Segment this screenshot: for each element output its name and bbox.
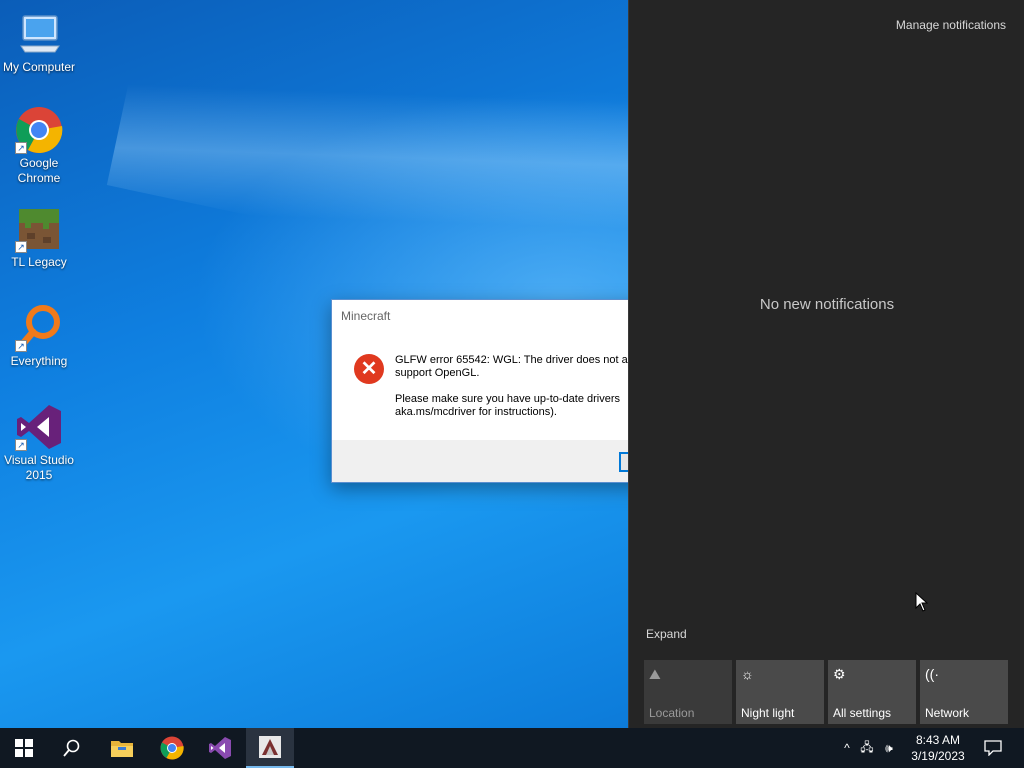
no-notifications-text: No new notifications [759, 296, 895, 313]
desktop-icon-label: Everything [10, 354, 68, 368]
visual-studio-taskbar-button[interactable] [196, 728, 244, 768]
sun-icon: ☼ [741, 666, 754, 682]
quick-action-label: Network [925, 706, 970, 720]
dialog-footer [332, 440, 660, 482]
launcher-icon [259, 736, 281, 758]
location-icon: ⛰ [649, 666, 661, 682]
quick-action-label: Night light [741, 706, 795, 720]
chrome-icon [160, 736, 184, 760]
minecraft-error-dialog: Minecraft ✕ GLFW error 65542: WGL: The d… [331, 299, 661, 483]
desktop-icon-tl-legacy[interactable]: ↗ TL Legacy [0, 205, 78, 270]
file-explorer-button[interactable] [98, 728, 146, 768]
shortcut-arrow-icon: ↗ [15, 142, 27, 154]
desktop-icon-my-computer[interactable]: My Computer [0, 10, 78, 75]
quick-action-tiles: ⛰ Location ☼ Night light ⚙ All settings … [644, 660, 1008, 724]
error-icon: ✕ [354, 354, 384, 384]
shortcut-arrow-icon: ↗ [15, 439, 27, 451]
quick-action-network[interactable]: ((· Network [920, 660, 1008, 724]
magnifier-icon: ↗ [15, 304, 63, 352]
start-button[interactable] [0, 728, 48, 768]
quick-action-label: All settings [833, 706, 892, 720]
shortcut-arrow-icon: ↗ [15, 241, 27, 253]
desktop-icon-everything[interactable]: ↗ Everything [0, 304, 78, 369]
search-icon [63, 739, 80, 757]
desktop-icon-visual-studio-2015[interactable]: ↗ Visual Studio 2015 [0, 403, 78, 483]
desktop-icon-label: My Computer [2, 60, 76, 74]
quick-action-label: Location [649, 706, 695, 720]
chrome-taskbar-button[interactable] [148, 728, 196, 768]
desktop-icon-label: Google Chrome [17, 156, 61, 185]
action-center-panel: Manage notifications No new notification… [628, 0, 1024, 728]
system-tray: ^ 🖧 🕪 [838, 728, 900, 768]
desktop-icon-label: TL Legacy [11, 255, 67, 269]
taskbar-clock[interactable]: 8:43 AM 3/19/2023 [902, 732, 974, 764]
notification-icon [984, 740, 1002, 756]
windows-icon [15, 739, 33, 757]
minecraft-launcher-taskbar-button[interactable] [246, 728, 294, 768]
minecraft-block-icon: ↗ [15, 205, 63, 253]
search-button[interactable] [48, 728, 96, 768]
visual-studio-icon [209, 737, 231, 759]
folder-icon [111, 741, 133, 757]
clock-date: 3/19/2023 [911, 749, 965, 763]
desktop-icon-google-chrome[interactable]: ↗ Google Chrome [0, 106, 78, 186]
visual-studio-icon: ↗ [15, 403, 63, 451]
taskbar: ^ 🖧 🕪 8:43 AM 3/19/2023 [0, 728, 1024, 768]
desktop-icon-label: Visual Studio 2015 [4, 453, 74, 482]
network-tray-icon[interactable]: 🖧 [856, 738, 878, 759]
quick-action-all-settings[interactable]: ⚙ All settings [828, 660, 916, 724]
clock-time: 8:43 AM [915, 733, 961, 747]
network-icon: ((· [925, 666, 939, 682]
dialog-title: Minecraft [341, 309, 391, 323]
action-center-button[interactable] [978, 728, 1008, 768]
mouse-cursor-icon [915, 592, 929, 612]
show-hidden-icons-chevron-icon[interactable]: ^ [838, 741, 856, 755]
shortcut-arrow-icon: ↗ [15, 340, 27, 352]
volume-icon[interactable]: 🕪 [878, 741, 900, 756]
chrome-icon: ↗ [15, 106, 63, 154]
gear-icon: ⚙ [833, 666, 846, 682]
quick-action-night-light[interactable]: ☼ Night light [736, 660, 824, 724]
manage-notifications-link[interactable]: Manage notifications [896, 18, 1006, 32]
expand-quick-actions-link[interactable]: Expand [646, 627, 687, 641]
quick-action-location[interactable]: ⛰ Location [644, 660, 732, 724]
computer-icon [15, 10, 63, 58]
